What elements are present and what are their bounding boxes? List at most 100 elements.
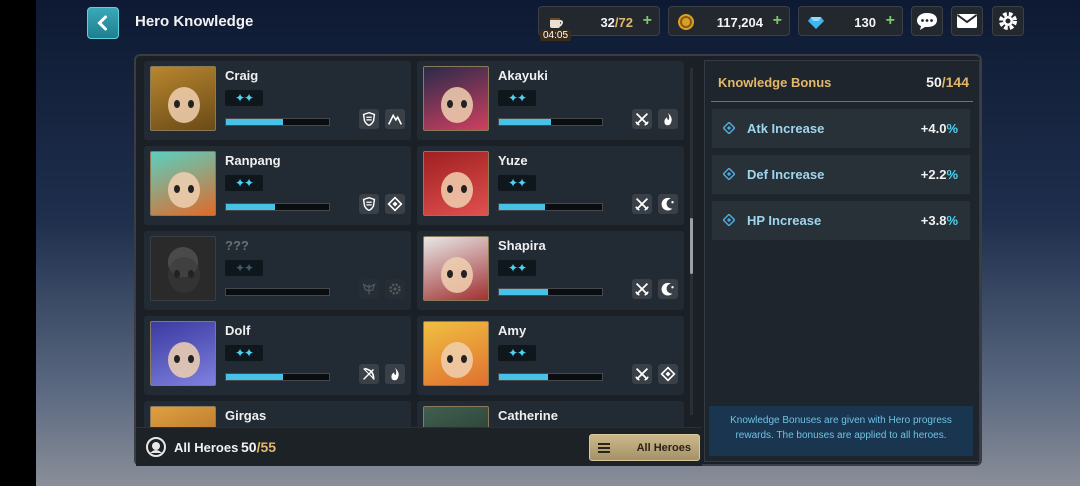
hero-star-rank: ✦✦	[225, 345, 263, 361]
hero-card[interactable]: Craig ✦✦	[144, 61, 411, 140]
hero-list-footer: All Heroes 50/55 All Heroes	[136, 427, 702, 466]
class-badge	[359, 194, 379, 214]
gem-value: 130	[854, 15, 876, 30]
gear-icon	[999, 12, 1017, 30]
knowledge-progress-bar	[498, 288, 603, 296]
hero-face-icon	[168, 87, 200, 123]
hero-portrait	[150, 321, 216, 386]
diamond-icon	[387, 196, 403, 212]
hero-name: Shapira	[498, 238, 546, 253]
knowledge-bonus-title: Knowledge Bonus	[718, 75, 832, 90]
class-badge	[385, 279, 405, 299]
hero-name: Dolf	[225, 323, 251, 338]
hero-star-rank: ✦✦	[498, 345, 536, 361]
hero-name: Girgas	[225, 408, 267, 423]
bonus-value: +2.2%	[920, 167, 958, 182]
diamond-bullet-icon	[723, 214, 735, 226]
divider	[711, 101, 973, 102]
hero-card[interactable]: Amy ✦✦	[417, 316, 684, 395]
shield-icon	[362, 111, 376, 127]
knowledge-progress-bar	[225, 118, 330, 126]
crossed-swords-icon	[635, 367, 649, 381]
hero-star-rank: ✦✦	[225, 175, 263, 191]
hero-list-scrollbar[interactable]	[690, 68, 693, 415]
bonus-row: Def Increase +2.2%	[712, 155, 970, 194]
list-icon	[598, 443, 610, 453]
hero-name: ???	[225, 238, 249, 253]
settings-button[interactable]	[992, 6, 1024, 36]
hero-face-icon	[168, 342, 200, 378]
crossed-swords-icon	[635, 197, 649, 211]
hero-card[interactable]: ??? ✦✦	[144, 231, 411, 310]
hero-count: 50/55	[241, 439, 277, 455]
hero-name: Yuze	[498, 153, 528, 168]
hero-face-icon	[441, 172, 473, 208]
gear-icon	[389, 283, 401, 295]
hero-portrait	[423, 151, 489, 216]
diamond-bullet-icon	[723, 122, 735, 134]
all-heroes-label: All Heroes	[174, 440, 239, 455]
hero-star-rank: ✦✦	[225, 260, 263, 276]
filter-label: All Heroes	[636, 442, 691, 454]
hero-star-rank: ✦✦	[225, 90, 263, 106]
knowledge-bonus-panel: Knowledge Bonus 50/144 Atk Increase +4.0…	[704, 60, 980, 462]
mail-button[interactable]	[951, 6, 983, 36]
hero-card[interactable]: Catherine	[417, 401, 684, 427]
class-badge	[359, 109, 379, 129]
class-badge	[632, 194, 652, 214]
hero-portrait	[423, 321, 489, 386]
knowledge-bonus-count: 50/144	[926, 74, 969, 90]
hero-card[interactable]: Dolf ✦✦	[144, 316, 411, 395]
chevron-left-icon	[97, 15, 107, 31]
hero-name: Catherine	[498, 408, 558, 423]
bonus-label: Def Increase	[747, 167, 825, 182]
class-badge	[385, 109, 405, 129]
hero-card[interactable]: Akayuki ✦✦	[417, 61, 684, 140]
hero-list[interactable]: Craig ✦✦ Akayuki ✦✦ Ranpang ✦✦ Yuze ✦✦ ?…	[144, 61, 698, 427]
bonus-value: +3.8%	[920, 213, 958, 228]
hero-name: Ranpang	[225, 153, 281, 168]
hero-face-icon	[441, 257, 473, 293]
knowledge-progress-bar	[225, 203, 330, 211]
hero-card[interactable]: Ranpang ✦✦	[144, 146, 411, 225]
class-badge	[359, 279, 379, 299]
back-button[interactable]	[87, 7, 119, 39]
bonus-value: +4.0%	[920, 121, 958, 136]
hero-face-icon	[441, 87, 473, 123]
scrollbar-thumb[interactable]	[690, 218, 693, 274]
stamina-timer: 04:05	[540, 30, 572, 41]
hero-portrait	[150, 66, 216, 131]
bonus-row: Atk Increase +4.0%	[712, 109, 970, 148]
hero-filter-button[interactable]: All Heroes	[589, 434, 700, 461]
hero-name: Craig	[225, 68, 259, 83]
class-badge	[658, 364, 678, 384]
hero-card[interactable]: Yuze ✦✦	[417, 146, 684, 225]
hero-portrait	[150, 151, 216, 216]
gold-resource[interactable]: 117,204 +	[668, 6, 790, 36]
hero-portrait	[423, 66, 489, 131]
gem-resource[interactable]: 130 +	[798, 6, 903, 36]
shield-icon	[362, 196, 376, 212]
stamina-value: 32/72	[600, 15, 633, 30]
hero-card[interactable]: Shapira ✦✦	[417, 231, 684, 310]
hero-star-rank: ✦✦	[498, 90, 536, 106]
class-badge	[632, 279, 652, 299]
class-badge	[632, 109, 652, 129]
diamond-bullet-icon	[723, 168, 735, 180]
hero-name: Amy	[498, 323, 527, 338]
hero-face-icon	[168, 257, 200, 293]
class-badge	[359, 364, 379, 384]
chat-button[interactable]	[911, 6, 943, 36]
class-badge	[658, 109, 678, 129]
crescent-icon	[661, 282, 674, 296]
knowledge-bonus-note: Knowledge Bonuses are given with Hero pr…	[709, 406, 973, 456]
add-stamina-icon[interactable]: +	[643, 12, 652, 30]
flame-icon	[664, 112, 672, 126]
diamond-icon	[660, 366, 676, 382]
hero-card[interactable]: Girgas	[144, 401, 411, 427]
add-gold-icon[interactable]: +	[773, 12, 782, 30]
add-gems-icon[interactable]: +	[886, 12, 895, 30]
mountain-icon	[387, 113, 403, 125]
page-title: Hero Knowledge	[135, 13, 254, 30]
diamond-gem-icon	[808, 17, 824, 29]
